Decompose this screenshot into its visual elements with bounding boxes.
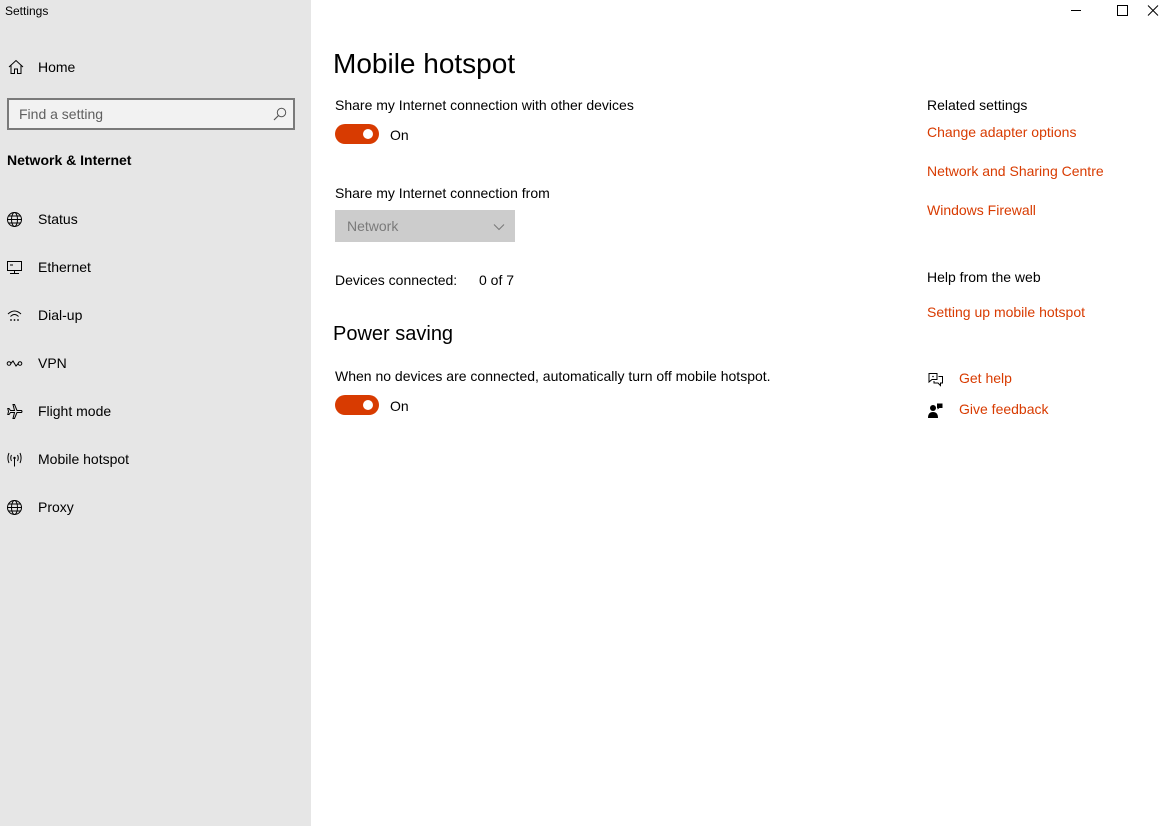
maximize-icon bbox=[1117, 5, 1128, 16]
share-label: Share my Internet connection with other … bbox=[335, 97, 634, 113]
close-button[interactable] bbox=[1145, 0, 1169, 22]
share-toggle[interactable] bbox=[335, 124, 379, 144]
sidebar-item-label: Dial-up bbox=[38, 307, 83, 323]
network-sharing-centre-link[interactable]: Network and Sharing Centre bbox=[927, 163, 1104, 179]
home-label: Home bbox=[38, 59, 76, 75]
globe-status-icon bbox=[6, 211, 23, 228]
power-toggle-state: On bbox=[390, 398, 409, 414]
sidebar-item-label: VPN bbox=[38, 355, 67, 371]
change-adapter-options-link[interactable]: Change adapter options bbox=[927, 124, 1076, 140]
sidebar-item-label: Mobile hotspot bbox=[38, 451, 130, 467]
globe-icon bbox=[6, 499, 23, 516]
page-title: Mobile hotspot bbox=[333, 48, 516, 79]
airplane-icon bbox=[6, 403, 23, 420]
sidebar-item-dialup[interactable]: Dial-up bbox=[0, 295, 311, 335]
sidebar-item-flight-mode[interactable]: Flight mode bbox=[0, 391, 311, 431]
devices-connected-label: Devices connected: bbox=[335, 272, 458, 288]
vpn-icon bbox=[6, 355, 23, 372]
search-icon[interactable] bbox=[273, 107, 287, 121]
minimize-icon bbox=[1071, 10, 1081, 11]
hotspot-icon bbox=[6, 451, 23, 468]
maximize-button[interactable] bbox=[1099, 0, 1145, 22]
get-help-label: Get help bbox=[959, 370, 1012, 386]
sidebar-item-proxy[interactable]: Proxy bbox=[0, 487, 311, 527]
search-input[interactable] bbox=[9, 100, 269, 128]
sidebar-item-label: Proxy bbox=[38, 499, 74, 515]
sidebar-item-label: Ethernet bbox=[38, 259, 91, 275]
power-saving-heading: Power saving bbox=[333, 323, 454, 345]
share-from-dropdown[interactable]: Network bbox=[335, 210, 515, 242]
sidebar-item-vpn[interactable]: VPN bbox=[0, 343, 311, 383]
devices-connected-value: 0 of 7 bbox=[479, 272, 515, 288]
chevron-down-icon bbox=[493, 220, 505, 232]
home-icon bbox=[8, 59, 24, 75]
sidebar-item-mobile-hotspot[interactable]: Mobile hotspot bbox=[0, 439, 311, 479]
feedback-icon bbox=[927, 402, 944, 419]
sidebar-item-label: Flight mode bbox=[38, 403, 112, 419]
minimize-button[interactable] bbox=[1053, 0, 1099, 22]
home-nav-item[interactable]: Home bbox=[0, 52, 311, 82]
power-saving-label: When no devices are connected, automatic… bbox=[335, 368, 771, 384]
sidebar-item-ethernet[interactable]: Ethernet bbox=[0, 247, 311, 287]
app-title: Settings bbox=[5, 4, 49, 18]
dialup-icon bbox=[6, 307, 23, 324]
power-saving-toggle[interactable] bbox=[335, 395, 379, 415]
chat-help-icon bbox=[927, 371, 944, 388]
related-settings-title: Related settings bbox=[927, 97, 1028, 113]
sidebar-item-label: Status bbox=[38, 211, 78, 227]
share-from-value: Network bbox=[347, 218, 399, 234]
windows-firewall-link[interactable]: Windows Firewall bbox=[927, 202, 1036, 218]
share-toggle-state: On bbox=[390, 127, 409, 143]
sidebar-item-status[interactable]: Status bbox=[0, 199, 311, 239]
give-feedback-label: Give feedback bbox=[959, 401, 1049, 417]
toggle-knob bbox=[363, 129, 373, 139]
close-icon bbox=[1147, 5, 1159, 16]
setting-up-hotspot-link[interactable]: Setting up mobile hotspot bbox=[927, 304, 1085, 320]
get-help-link[interactable]: Get help bbox=[927, 370, 1047, 390]
ethernet-icon bbox=[6, 259, 23, 276]
search-box[interactable] bbox=[7, 98, 295, 130]
sidebar: Settings Home Network & Internet Status … bbox=[0, 0, 311, 826]
share-from-label: Share my Internet connection from bbox=[335, 185, 550, 201]
give-feedback-link[interactable]: Give feedback bbox=[927, 401, 1067, 421]
help-from-web-title: Help from the web bbox=[927, 269, 1041, 285]
sidebar-section-title: Network & Internet bbox=[7, 152, 132, 168]
toggle-knob bbox=[363, 400, 373, 410]
